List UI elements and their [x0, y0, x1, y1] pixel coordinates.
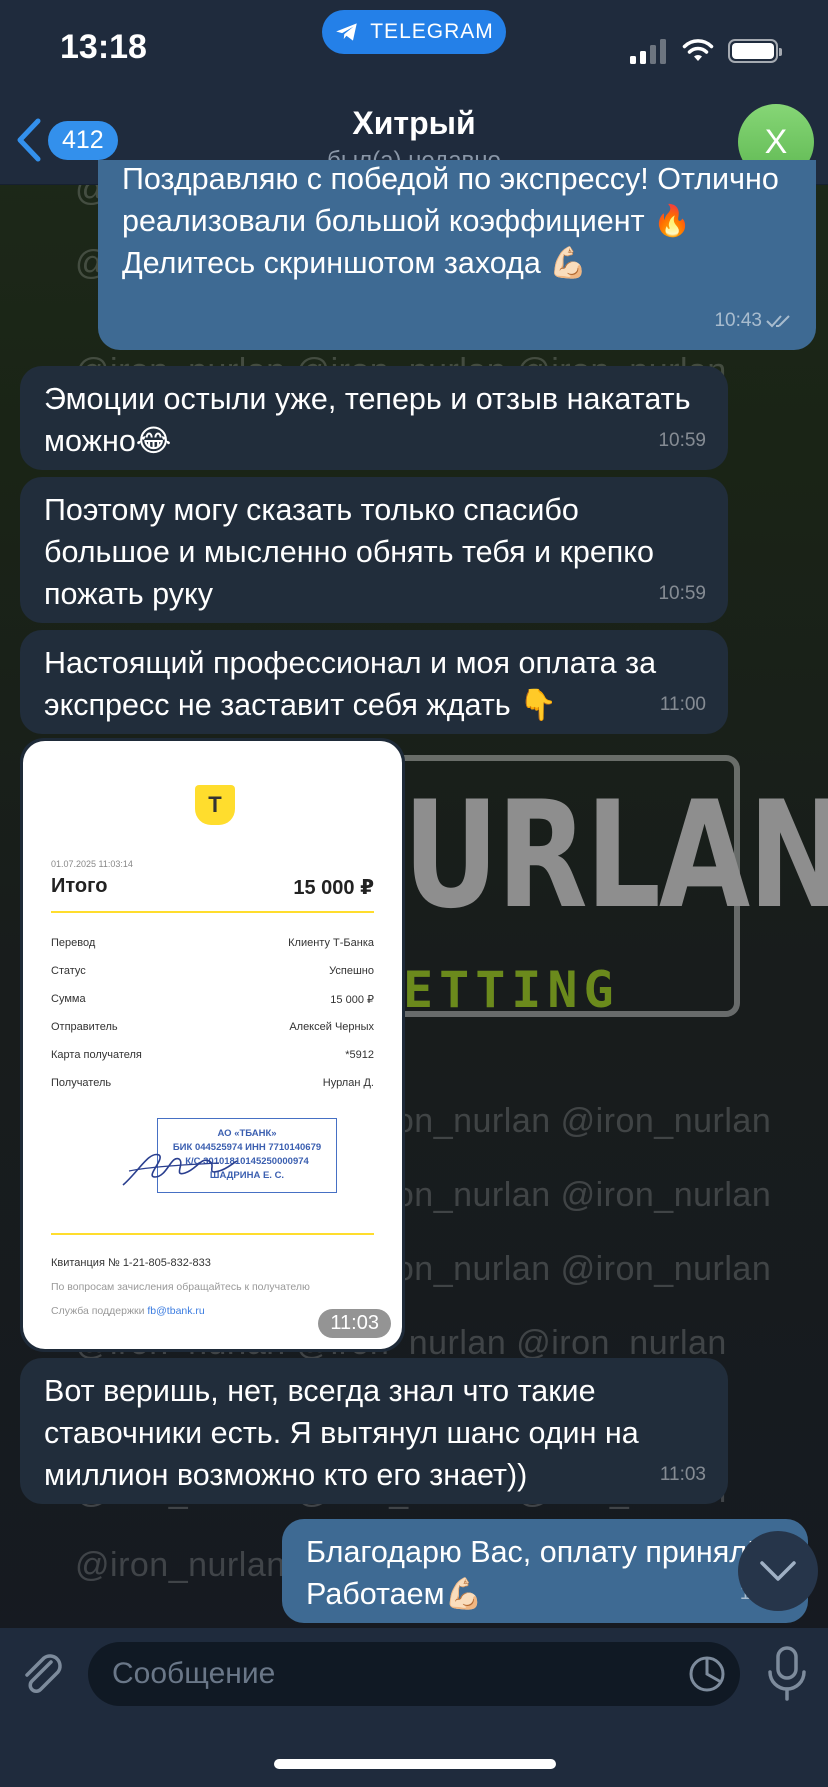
- message-time: 10:59: [658, 583, 706, 604]
- receipt-row: Отправитель Алексей Черных: [51, 1021, 374, 1033]
- message-input-container: [88, 1642, 740, 1706]
- telegram-pill-label: TELEGRAM: [370, 20, 494, 43]
- message-text: Эмоции остыли уже, теперь и отзыв наката…: [44, 382, 691, 458]
- receipt-paper: Т 01.07.2025 11:03:14 Итого 15 000 ₽ Пер…: [23, 741, 402, 1349]
- receipt-total-label: Итого: [51, 875, 108, 897]
- receipt-divider: [51, 911, 374, 913]
- tbank-logo: Т: [195, 785, 235, 825]
- signal-icon: [630, 39, 666, 64]
- message-time: 10:43: [714, 300, 794, 342]
- receipt-note: По вопросам зачисления обращайтесь к пол…: [51, 1281, 310, 1293]
- message-input[interactable]: [112, 1642, 672, 1706]
- wifi-icon: [682, 39, 714, 61]
- scroll-down-button[interactable]: [738, 1531, 818, 1611]
- double-check-icon: [766, 315, 790, 328]
- message-incoming[interactable]: Настоящий профессионал и моя оплата за э…: [20, 630, 728, 734]
- message-text: Поздравляю с победой по экспрессу! Отлич…: [122, 162, 779, 280]
- telegram-icon: [336, 23, 357, 41]
- message-text: Настоящий профессионал и моя оплата за э…: [44, 646, 657, 722]
- message-text: Вот веришь, нет, всегда знал что такие с…: [44, 1374, 639, 1492]
- microphone-icon[interactable]: [762, 1644, 812, 1704]
- home-indicator[interactable]: [274, 1759, 556, 1769]
- receipt-row: Карта получателя *5912: [51, 1049, 374, 1061]
- receipt-support: Служба поддержки fb@tbank.ru: [51, 1305, 205, 1317]
- receipt-date: 01.07.2025 11:03:14: [51, 859, 133, 869]
- message-outgoing[interactable]: Поздравляю с победой по экспрессу! Отлич…: [98, 160, 816, 350]
- avatar-letter: Х: [764, 122, 788, 161]
- status-bar: 13:18 TELEGRAM: [0, 0, 828, 95]
- attach-icon[interactable]: [18, 1650, 68, 1700]
- message-time: 11:03: [318, 1309, 391, 1338]
- support-email-link[interactable]: fb@tbank.ru: [147, 1305, 204, 1317]
- chat-title[interactable]: Хитрый: [0, 105, 828, 142]
- telegram-pill[interactable]: TELEGRAM: [322, 10, 506, 54]
- message-time: 11:00: [659, 694, 706, 715]
- logo-sub: ETTING: [403, 961, 620, 1019]
- message-time: 10:59: [658, 430, 706, 451]
- sticker-icon[interactable]: [688, 1655, 726, 1693]
- receipt-row: Сумма 15 000 ₽: [51, 993, 374, 1006]
- receipt-divider: [51, 1233, 374, 1235]
- battery-icon: [728, 39, 782, 63]
- logo-word: URLAN: [403, 768, 828, 941]
- chevron-down-icon: [760, 1561, 796, 1581]
- message-text: Поэтому могу сказать только спасибо боль…: [44, 493, 654, 611]
- message-time: 11:03: [659, 1464, 706, 1485]
- message-incoming[interactable]: Вот веришь, нет, всегда знал что такие с…: [20, 1358, 728, 1504]
- message-incoming[interactable]: Эмоции остыли уже, теперь и отзыв наката…: [20, 366, 728, 470]
- status-time: 13:18: [60, 28, 147, 66]
- wallpaper-logo: URLAN ETTING: [395, 755, 828, 1019]
- receipt-number: Квитанция № 1-21-805-832-833: [51, 1257, 211, 1269]
- message-incoming[interactable]: Поэтому могу сказать только спасибо боль…: [20, 477, 728, 623]
- signature-image: [122, 1153, 238, 1186]
- message-text: Благодарю Вас, оплату принял! Работаем💪🏻: [306, 1535, 756, 1611]
- receipt-row: Перевод Клиенту Т-Банка: [51, 937, 374, 949]
- receipt-image-message[interactable]: Т 01.07.2025 11:03:14 Итого 15 000 ₽ Пер…: [20, 738, 405, 1352]
- receipt-total-value: 15 000 ₽: [293, 877, 374, 899]
- receipt-row: Статус Успешно: [51, 965, 374, 977]
- message-outgoing[interactable]: Благодарю Вас, оплату принял! Работаем💪🏻…: [282, 1519, 808, 1623]
- system-icons: [630, 38, 782, 64]
- receipt-row: Получатель Нурлан Д.: [51, 1077, 374, 1089]
